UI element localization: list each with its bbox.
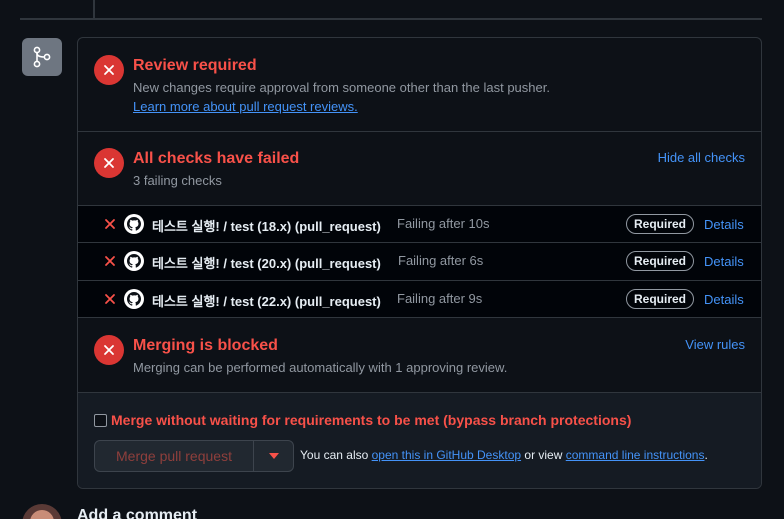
merge-button-group: Merge pull request [94,440,294,472]
merging-blocked-section: Merging is blocked Merging can be perfor… [78,318,761,393]
x-icon [105,294,115,304]
review-title: Review required [133,57,257,74]
hide-all-checks-link[interactable]: Hide all checks [658,150,745,165]
triangle-down-icon [268,453,279,459]
github-logo-icon [124,289,144,309]
details-link[interactable]: Details [704,292,744,307]
avatar-face [30,510,54,519]
merge-pull-request-button[interactable]: Merge pull request [95,441,253,471]
timeline-line [93,0,95,19]
git-branch-icon [22,38,62,76]
avatar [22,504,62,519]
sentence-end: . [704,448,708,462]
add-comment-heading: Add a comment [77,507,198,519]
x-circle-icon [94,335,124,365]
alternative-options-text: You can also open this in GitHub Desktop… [300,448,708,462]
check-name: 테스트 실행! / test (18.x) (pull_request) [152,219,381,234]
check-name: 테스트 실행! / test (22.x) (pull_request) [152,294,381,309]
check-status: Failing after 10s [397,216,490,231]
details-link[interactable]: Details [704,217,744,232]
command-line-link[interactable]: command line instructions [566,448,705,462]
bypass-checkbox[interactable] [94,413,107,427]
merging-description: Merging can be performed automatically w… [133,360,508,375]
x-circle-icon [94,55,124,85]
github-logo-icon [124,214,144,234]
merge-status-box: Review required New changes require appr… [77,37,762,489]
required-badge: Required [626,214,695,234]
details-link[interactable]: Details [704,254,744,269]
x-icon [105,256,115,266]
check-row[interactable]: 테스트 실행! / test (22.x) (pull_request) Fai… [78,281,761,318]
open-desktop-link[interactable]: open this in GitHub Desktop [372,448,521,462]
required-badge: Required [626,289,695,309]
bypass-label[interactable]: Merge without waiting for requirements t… [111,412,631,428]
bypass-option[interactable]: Merge without waiting for requirements t… [94,412,631,428]
check-row[interactable]: 테스트 실행! / test (18.x) (pull_request) Fai… [78,206,761,243]
view-rules-link[interactable]: View rules [685,337,745,352]
merge-options-dropdown[interactable] [253,441,293,471]
checks-title: All checks have failed [133,150,300,167]
checks-summary: 3 failing checks [133,173,222,188]
also-prefix: You can also [300,448,369,462]
check-row[interactable]: 테스트 실행! / test (20.x) (pull_request) Fai… [78,243,761,281]
check-status: Failing after 9s [397,291,483,306]
review-section: Review required New changes require appr… [78,38,761,132]
or-view-text: or view [524,448,563,462]
github-logo-icon [124,251,144,271]
merge-actions: Merge without waiting for requirements t… [78,393,761,488]
timeline-divider [20,18,762,20]
x-circle-icon [94,148,124,178]
check-name: 테스트 실행! / test (20.x) (pull_request) [152,256,381,271]
merging-title: Merging is blocked [133,337,278,354]
check-status: Failing after 6s [398,253,484,268]
review-learn-more-link[interactable]: Learn more about pull request reviews. [133,99,358,114]
checks-section: All checks have failed 3 failing checks … [78,132,761,206]
required-badge: Required [626,251,695,271]
review-description: New changes require approval from someon… [133,80,550,95]
x-icon [105,219,115,229]
